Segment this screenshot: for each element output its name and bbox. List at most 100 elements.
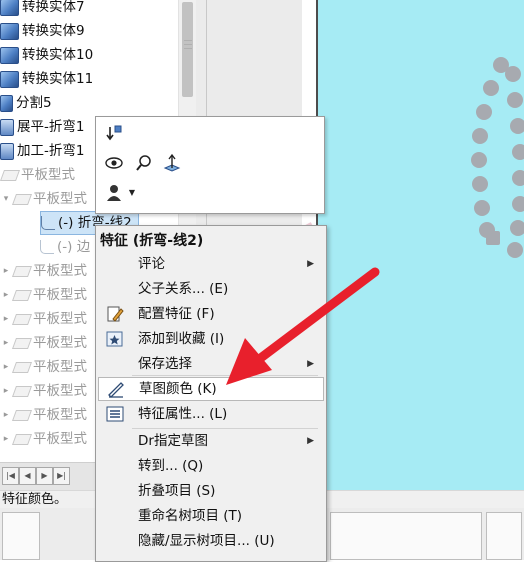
expand-arrow-icon[interactable]: ▸ [0, 379, 12, 403]
expand-arrow-icon[interactable]: ▸ [0, 283, 12, 307]
split-icon [0, 94, 13, 112]
hole-marker [512, 144, 524, 160]
tree-item-flat-pattern-sub-9[interactable]: ▸ 平板型式 [0, 427, 87, 451]
tree-item-flat-pattern-sub-2[interactable]: ▸ 平板型式 [0, 259, 87, 283]
menu-item-add-favorite[interactable]: 添加到收藏 (I) [98, 327, 322, 351]
hole-marker [507, 92, 523, 108]
submenu-arrow-icon: ▶ [307, 259, 314, 269]
tree-item-convert-9[interactable]: 转换实体9 [0, 19, 85, 43]
menu-item-parent-child[interactable]: 父子关系... (E) [98, 277, 322, 301]
feature-properties-icon [106, 405, 124, 423]
tree-item-flat-pattern-sub-4[interactable]: ▸ 平板型式 [0, 307, 87, 331]
sheet-icon [11, 409, 33, 421]
menu-item-comment[interactable]: 评论 ▶ [98, 252, 322, 276]
tree-item-flat-pattern-sub-5[interactable]: ▸ 平板型式 [0, 331, 87, 355]
menu-item-feature-properties[interactable]: 特征属性... (L) [98, 402, 322, 426]
sketch-icon [40, 240, 54, 254]
next-tab-icon[interactable]: ▶ [36, 467, 53, 485]
sheet-icon [11, 313, 33, 325]
process-bend-icon [0, 142, 14, 160]
tree-item-label: 平板型式 [33, 335, 87, 351]
context-toolbar: ▼ [95, 116, 325, 214]
sketch-color-icon [107, 380, 125, 398]
expand-arrow-icon[interactable]: ▸ [0, 355, 12, 379]
expand-arrow-icon[interactable]: ▸ [0, 307, 12, 331]
first-tab-icon[interactable]: |◀ [2, 467, 19, 485]
status-text: 特征颜色。 [2, 492, 68, 507]
tree-item-flatten-bend-1[interactable]: 展平-折弯1 [0, 115, 84, 139]
submenu-arrow-icon: ▶ [307, 436, 314, 446]
flatten-icon [0, 118, 14, 136]
sheet-icon [11, 337, 33, 349]
menu-item-save-selection[interactable]: 保存选择 ▶ [98, 352, 322, 376]
collapse-arrow-icon[interactable]: ▾ [0, 187, 12, 211]
menu-item-collapse-items[interactable]: 折叠项目 (S) [98, 479, 322, 503]
tree-item-label: 转换实体7 [22, 0, 85, 15]
tree-item-flat-pattern-sub-8[interactable]: ▸ 平板型式 [0, 403, 87, 427]
menu-item-hide-show-tree-items[interactable]: 隐藏/显示树项目... (U) [98, 529, 322, 553]
solid-body-icon [0, 22, 19, 40]
sheet-icon [11, 361, 33, 373]
sketch-icon [41, 216, 55, 230]
solid-body-icon [0, 70, 19, 88]
tree-item-convert-11[interactable]: 转换实体11 [0, 67, 93, 91]
expand-arrow-icon[interactable]: ▸ [0, 427, 12, 451]
tree-item-label: 平板型式 [33, 407, 87, 423]
sheet-icon [11, 193, 33, 205]
zoom-to-selection-icon[interactable] [134, 153, 154, 173]
tree-item-label: (-) 边 [57, 239, 91, 255]
tree-item-flat-pattern-sub-7[interactable]: ▸ 平板型式 [0, 379, 87, 403]
sheet-icon [11, 265, 33, 277]
menu-item-rename-tree-item[interactable]: 重命名树项目 (T) [98, 504, 322, 528]
menu-item-sketch-color[interactable]: 草图颜色 (K) [98, 377, 324, 401]
hole-marker [471, 152, 487, 168]
menu-item-dr-assign-sketch[interactable]: Dr指定草图 ▶ [98, 429, 322, 453]
hole-marker [512, 196, 524, 212]
tree-item-label: 转换实体9 [22, 23, 85, 39]
tree-item-convert-7[interactable]: 转换实体7 [0, 0, 85, 19]
tree-item-label: 加工-折弯1 [17, 143, 85, 159]
expand-arrow-icon[interactable]: ▸ [0, 403, 12, 427]
expand-arrow-icon[interactable]: ▸ [0, 331, 12, 355]
menu-title: 特征 (折弯-线2) [100, 233, 204, 249]
menu-item-go-to[interactable]: 转到... (Q) [98, 454, 322, 478]
solid-body-icon [0, 46, 19, 64]
scrollbar-thumb[interactable] [182, 2, 193, 97]
tree-item-label: 平板型式 [21, 167, 75, 183]
tree-item-process-bend-1[interactable]: 加工-折弯1 [0, 139, 84, 163]
tree-item-edge[interactable]: (-) 边 [40, 235, 90, 259]
pencil-config-icon [106, 305, 124, 323]
user-menu-icon[interactable] [104, 183, 124, 203]
sheet-icon [11, 289, 33, 301]
last-tab-icon[interactable]: ▶| [53, 467, 70, 485]
tree-item-split-5[interactable]: 分割5 [0, 91, 52, 115]
rollback-icon[interactable] [104, 123, 124, 143]
hole-marker [472, 176, 488, 192]
tree-item-flat-pattern[interactable]: 平板型式 [0, 163, 75, 187]
eye-show-icon[interactable] [104, 153, 124, 173]
tree-item-label: 展平-折弯1 [17, 119, 85, 135]
hole-marker [476, 104, 492, 120]
sheet-metal-face[interactable] [316, 0, 524, 490]
tree-item-flat-pattern-sub-3[interactable]: ▸ 平板型式 [0, 283, 87, 307]
tree-item-label: 平板型式 [33, 383, 87, 399]
square-cutout [486, 231, 500, 245]
hole-marker [507, 242, 523, 258]
menu-item-configure-feature[interactable]: 配置特征 (F) [98, 302, 322, 326]
expand-arrow-icon[interactable]: ▸ [0, 259, 12, 283]
favorite-star-icon [106, 330, 124, 348]
tree-item-label: 转换实体11 [22, 71, 94, 87]
submenu-arrow-icon: ▶ [307, 359, 314, 369]
tree-item-label: 平板型式 [33, 263, 87, 279]
sheet-icon [11, 385, 33, 397]
tree-item-flat-pattern-sub-1[interactable]: ▾ 平板型式 [0, 187, 87, 211]
prev-tab-icon[interactable]: ◀ [19, 467, 36, 485]
chevron-down-icon[interactable]: ▼ [122, 183, 142, 203]
solid-body-icon [0, 0, 19, 16]
tree-item-convert-10[interactable]: 转换实体10 [0, 43, 93, 67]
hole-marker [510, 118, 524, 134]
normal-to-icon[interactable] [162, 153, 182, 173]
tree-item-flat-pattern-sub-6[interactable]: ▸ 平板型式 [0, 355, 87, 379]
sheet-icon [11, 433, 33, 445]
hole-marker [510, 220, 524, 236]
